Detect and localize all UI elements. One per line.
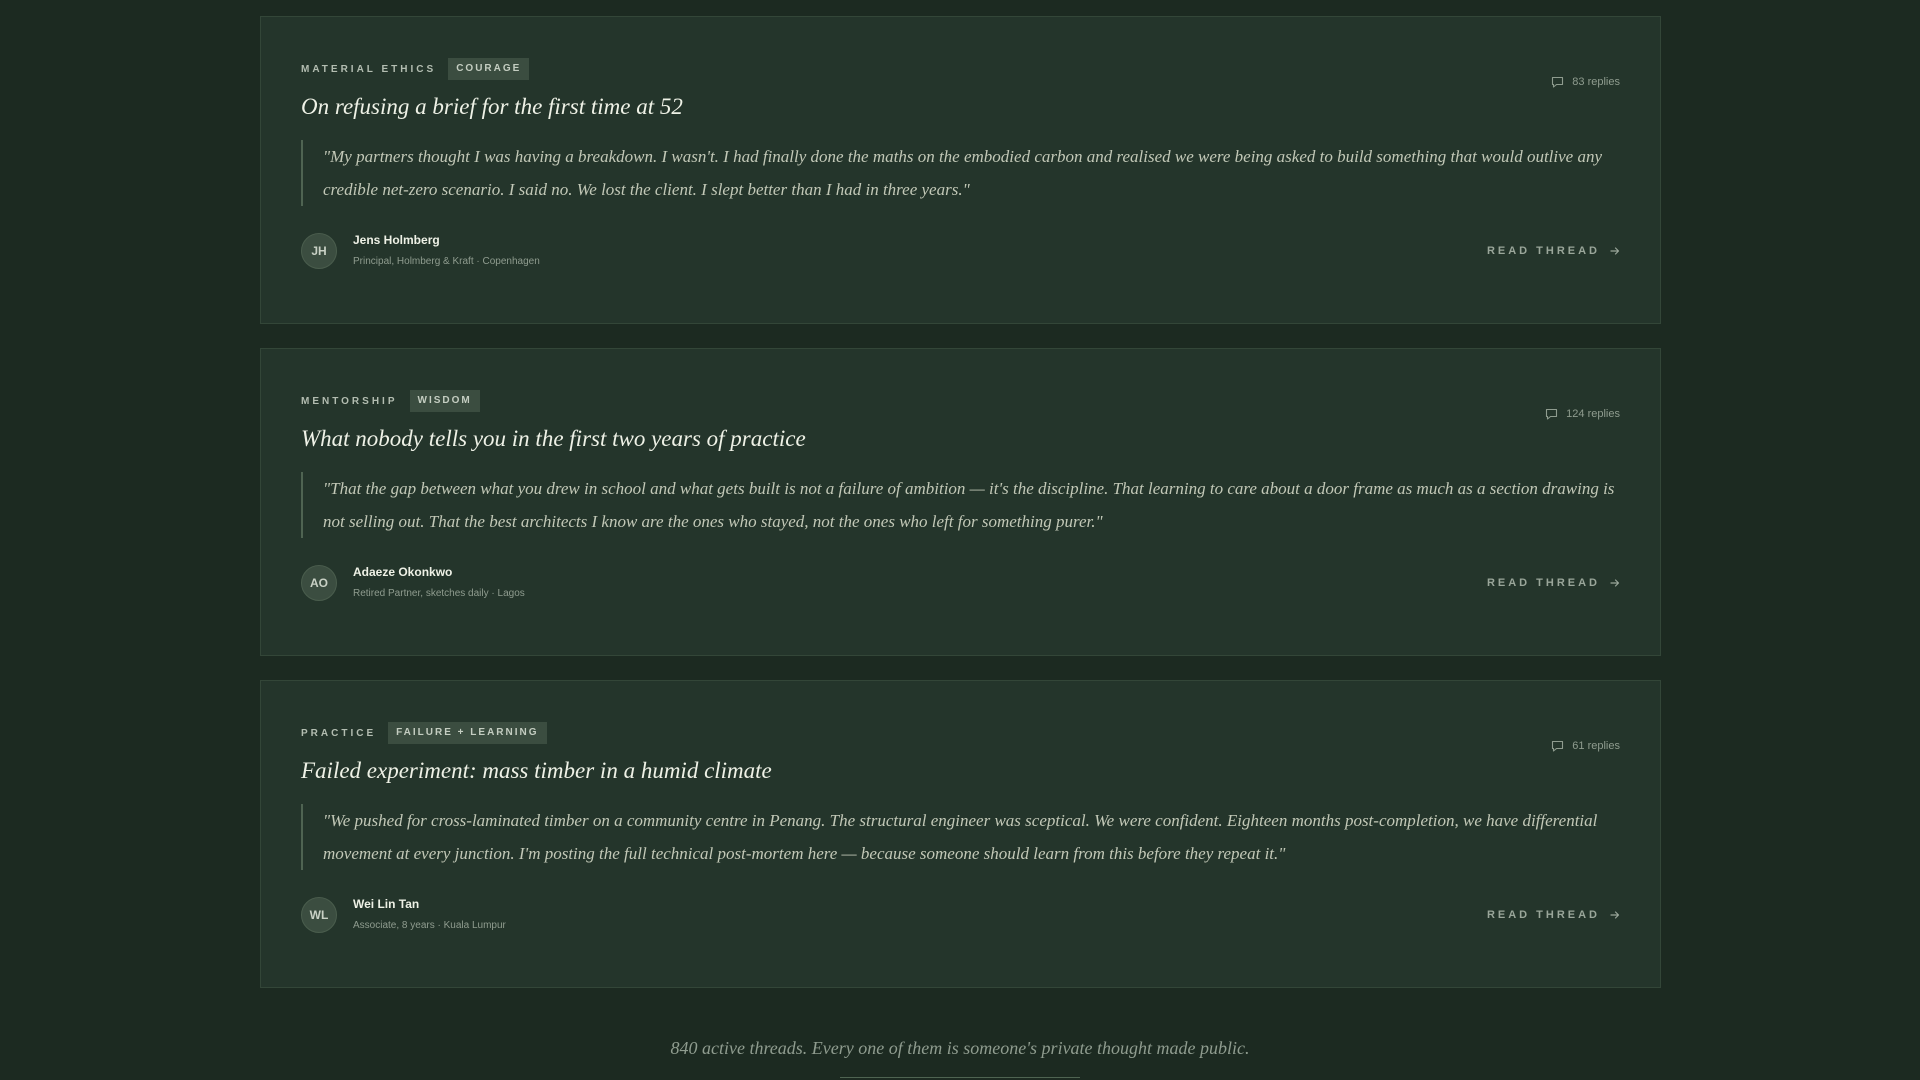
thread-card[interactable]: PRACTICE FAILURE + LEARNING 61 replies F… — [260, 680, 1661, 988]
avatar[interactable]: AO — [301, 564, 337, 601]
thread-feed: MATERIAL ETHICS COURAGE 83 replies On re… — [260, 16, 1661, 1012]
thread-card[interactable]: MENTORSHIP WISDOM 124 replies What nobod… — [260, 348, 1661, 656]
read-thread-button[interactable]: READ THREAD — [1487, 245, 1620, 257]
read-thread-label: READ THREAD — [1486, 576, 1600, 589]
avatar[interactable]: JH — [301, 232, 337, 269]
read-thread-button[interactable]: READ THREAD — [1487, 909, 1620, 921]
reply-count: 61 replies — [1551, 721, 1620, 771]
arrow-right-icon — [1610, 910, 1620, 919]
author-info: Jens Holmberg Principal, Holmberg & Kraf… — [353, 232, 540, 269]
thread-tag[interactable]: WISDOM — [409, 390, 480, 412]
thread-category[interactable]: PRACTICE — [301, 728, 376, 739]
thread-title[interactable]: Failed experiment: mass timber in a humi… — [301, 756, 1620, 786]
thread-quote: "My partners thought I was having a brea… — [301, 140, 1620, 206]
arrow-right-icon — [1610, 578, 1620, 587]
author-info: Adaeze Okonkwo Retired Partner, sketches… — [353, 564, 525, 601]
author-row: AO Adaeze Okonkwo Retired Partner, sketc… — [301, 564, 1620, 601]
reply-count-label: 83 replies — [1572, 76, 1620, 88]
speech-bubble-icon — [1546, 408, 1558, 420]
thread-meta: MATERIAL ETHICS COURAGE — [301, 57, 1620, 81]
read-thread-label: READ THREAD — [1486, 908, 1600, 921]
thread-meta: MENTORSHIP WISDOM — [301, 389, 1620, 413]
footer-divider — [840, 1077, 1080, 1078]
thread-category[interactable]: MENTORSHIP — [301, 396, 398, 407]
reply-count: 124 replies — [1545, 389, 1620, 439]
author-info: Wei Lin Tan Associate, 8 years · Kuala L… — [353, 896, 506, 933]
author-role: Principal, Holmberg & Kraft · Copenhagen — [353, 256, 540, 267]
thread-title[interactable]: What nobody tells you in the first two y… — [301, 424, 1620, 454]
author-row: JH Jens Holmberg Principal, Holmberg & K… — [301, 232, 1620, 269]
author-name[interactable]: Adaeze Okonkwo — [353, 564, 525, 580]
read-thread-button[interactable]: READ THREAD — [1487, 577, 1620, 589]
author-row: WL Wei Lin Tan Associate, 8 years · Kual… — [301, 896, 1620, 933]
read-thread-label: READ THREAD — [1486, 244, 1600, 257]
thread-tag[interactable]: COURAGE — [448, 58, 530, 80]
thread-card[interactable]: MATERIAL ETHICS COURAGE 83 replies On re… — [260, 16, 1661, 324]
reply-count-label: 61 replies — [1572, 740, 1620, 752]
thread-meta: PRACTICE FAILURE + LEARNING — [301, 721, 1620, 745]
speech-bubble-icon — [1552, 76, 1564, 88]
author-name[interactable]: Jens Holmberg — [353, 232, 540, 248]
reply-count: 83 replies — [1551, 57, 1620, 107]
thread-quote: "We pushed for cross-laminated timber on… — [301, 804, 1620, 870]
author-role: Associate, 8 years · Kuala Lumpur — [353, 920, 506, 931]
thread-quote: "That the gap between what you drew in s… — [301, 472, 1620, 538]
arrow-right-icon — [1610, 246, 1620, 255]
author-name[interactable]: Wei Lin Tan — [353, 896, 506, 912]
thread-title[interactable]: On refusing a brief for the first time a… — [301, 92, 1620, 122]
author-role: Retired Partner, sketches daily · Lagos — [353, 588, 525, 599]
speech-bubble-icon — [1552, 740, 1564, 752]
footer-summary: 840 active threads. Every one of them is… — [670, 1038, 1250, 1058]
avatar[interactable]: WL — [301, 896, 337, 933]
thread-category[interactable]: MATERIAL ETHICS — [301, 64, 436, 75]
thread-tag[interactable]: FAILURE + LEARNING — [388, 722, 547, 744]
reply-count-label: 124 replies — [1566, 408, 1620, 420]
